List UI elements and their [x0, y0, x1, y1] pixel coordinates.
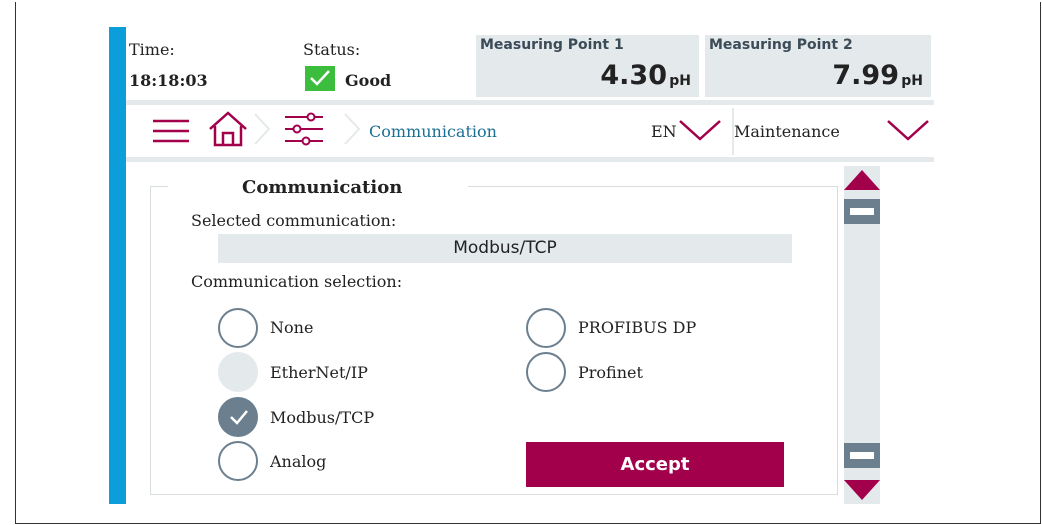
radio-modbus-tcp[interactable] [218, 397, 258, 437]
divider [126, 100, 934, 105]
menu-icon[interactable] [152, 115, 190, 151]
scroll-thumb-top[interactable] [844, 199, 880, 224]
status-label: Status: [303, 40, 361, 59]
radio-label-profinet: Profinet [578, 363, 643, 382]
settings-sliders-icon[interactable] [284, 112, 324, 150]
communication-selection-label: Communication selection: [191, 272, 403, 291]
measuring-point-title: Measuring Point 2 [709, 37, 853, 53]
divider [126, 157, 934, 162]
breadcrumb-separator-icon [342, 112, 362, 150]
radio-label-ethernet-ip: EtherNet/IP [270, 363, 368, 382]
selected-communication-value: Modbus/TCP [453, 238, 557, 258]
breadcrumb-current[interactable]: Communication [369, 122, 497, 141]
language-selector[interactable]: EN [651, 122, 677, 141]
selected-communication-box: Modbus/TCP [218, 234, 792, 263]
radio-profibus-dp[interactable] [526, 308, 566, 348]
scroll-thumb-bottom[interactable] [844, 443, 880, 468]
check-icon [305, 66, 335, 91]
measuring-point-value: 4.30 [600, 60, 667, 91]
selected-communication-label: Selected communication: [191, 211, 397, 230]
radio-profinet[interactable] [526, 352, 566, 392]
measuring-point-1[interactable]: Measuring Point 1 4.30 pH [476, 35, 699, 97]
radio-label-analog: Analog [270, 452, 327, 471]
radio-ethernet-ip [218, 352, 258, 392]
radio-analog[interactable] [218, 441, 258, 481]
radio-label-none: None [270, 318, 314, 337]
measuring-point-title: Measuring Point 1 [480, 37, 624, 53]
left-accent-bar [109, 27, 126, 504]
measuring-point-unit: pH [901, 73, 923, 89]
chevron-down-icon[interactable] [886, 118, 930, 146]
accept-button[interactable]: Accept [526, 442, 784, 487]
measuring-point-2[interactable]: Measuring Point 2 7.99 pH [705, 35, 931, 97]
radio-label-profibus-dp: PROFIBUS DP [578, 318, 697, 337]
chevron-down-icon[interactable] [678, 118, 722, 146]
radio-label-modbus-tcp: Modbus/TCP [270, 408, 375, 427]
time-value: 18:18:03 [129, 71, 208, 90]
measuring-point-value: 7.99 [832, 60, 899, 91]
status-value: Good [345, 71, 392, 90]
radio-none[interactable] [218, 308, 258, 348]
measuring-point-unit: pH [669, 73, 691, 89]
panel-title: Communication [242, 177, 403, 198]
time-label: Time: [129, 40, 175, 59]
scroll-up-arrow-icon[interactable] [844, 170, 880, 190]
scroll-down-arrow-icon[interactable] [844, 480, 880, 500]
role-value[interactable]: Maintenance [734, 122, 840, 141]
check-icon [230, 410, 248, 425]
home-icon[interactable] [208, 110, 248, 152]
breadcrumb-separator-icon [252, 112, 272, 150]
